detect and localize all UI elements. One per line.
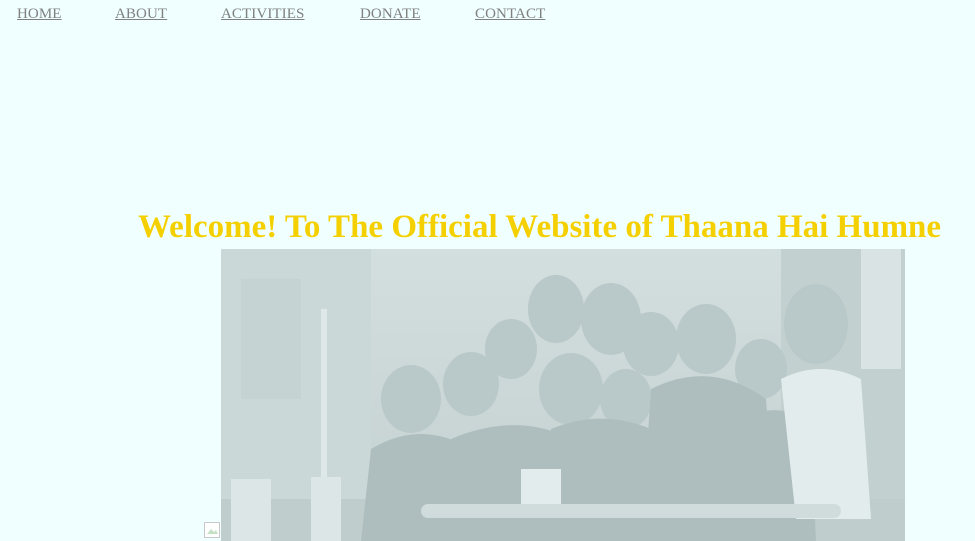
nav-contact-link[interactable]: CONTACT [475, 6, 545, 23]
group-of-children-photo-icon [221, 249, 905, 541]
hero-image [221, 249, 905, 541]
nav-donate-link[interactable]: DONATE [360, 6, 421, 23]
nav-activities-link[interactable]: ACTIVITIES [221, 6, 305, 23]
nav-home-link[interactable]: HOME [17, 6, 62, 23]
nav-about-link[interactable]: ABOUT [115, 6, 167, 23]
welcome-heading: Welcome! To The Official Website of Thaa… [138, 209, 942, 245]
main-nav: HOME ABOUT ACTIVITIES DONATE CONTACT [0, 6, 975, 26]
broken-image-icon [204, 522, 220, 538]
